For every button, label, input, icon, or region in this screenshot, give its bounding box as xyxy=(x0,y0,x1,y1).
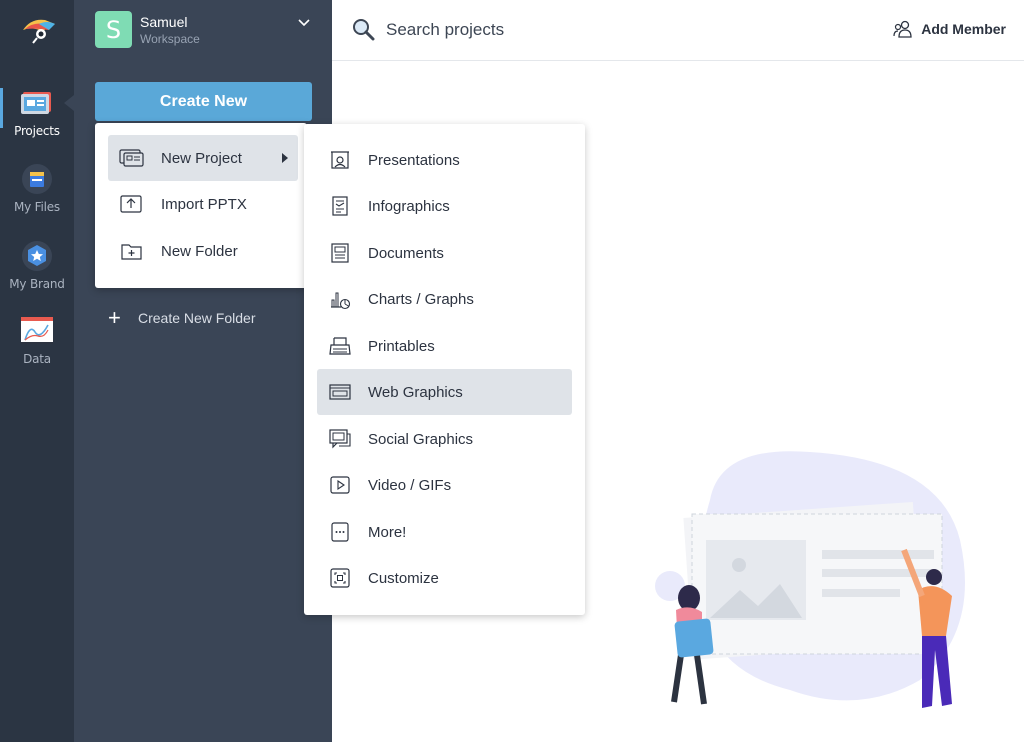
menu-item-new-folder[interactable]: New Folder xyxy=(108,228,298,274)
rail-label: My Brand xyxy=(9,277,65,291)
web-graphics-icon xyxy=(329,384,351,400)
submenu-item-label: Customize xyxy=(368,569,439,587)
submenu-item-label: Printables xyxy=(368,337,435,355)
presentation-icon xyxy=(331,151,349,169)
my-files-icon xyxy=(22,164,52,194)
add-member-button[interactable]: Add Member xyxy=(893,20,1006,38)
more-icon xyxy=(331,522,349,542)
submenu-item-label: Infographics xyxy=(368,197,450,215)
menu-item-import-pptx[interactable]: Import PPTX xyxy=(108,181,298,227)
workspace-switcher[interactable]: S Samuel Workspace xyxy=(95,11,200,48)
submenu-item-social-graphics[interactable]: Social Graphics xyxy=(317,416,572,462)
app-rail: Projects My Files My Brand Data xyxy=(0,0,74,742)
workspace-subtitle: Workspace xyxy=(140,31,200,46)
new-project-icon xyxy=(119,149,144,167)
submenu-item-more[interactable]: More! xyxy=(317,509,572,555)
menu-item-label: New Folder xyxy=(161,242,238,260)
chevron-down-icon[interactable] xyxy=(298,17,310,29)
workspace-text: Samuel Workspace xyxy=(140,14,200,46)
rail-item-my-files[interactable]: My Files xyxy=(0,164,74,214)
rail-item-data[interactable]: Data xyxy=(0,316,74,366)
submenu-item-web-graphics[interactable]: Web Graphics xyxy=(317,369,572,415)
app-logo-icon[interactable] xyxy=(21,16,57,44)
empty-state-illustration xyxy=(655,451,965,708)
project-sidebar: S Samuel Workspace Create New + Create N… xyxy=(74,0,332,742)
data-icon xyxy=(21,317,53,344)
submenu-item-label: Charts / Graphs xyxy=(368,290,474,308)
add-member-label: Add Member xyxy=(921,21,1006,37)
workspace-name: Samuel xyxy=(140,13,188,30)
rail-item-projects[interactable]: Projects xyxy=(0,88,74,138)
submenu-item-label: Web Graphics xyxy=(368,383,463,401)
rail-item-my-brand[interactable]: My Brand xyxy=(0,241,74,291)
submenu-item-presentations[interactable]: Presentations xyxy=(317,137,572,183)
create-new-menu: New Project Import PPTX New Folder xyxy=(95,123,307,288)
plus-icon: + xyxy=(108,305,121,330)
search-icon xyxy=(353,19,375,41)
menu-item-label: Import PPTX xyxy=(161,195,247,213)
create-folder-label: Create New Folder xyxy=(138,310,256,326)
rail-label: Projects xyxy=(14,124,60,138)
rail-label: Data xyxy=(23,352,51,366)
submenu-item-infographics[interactable]: Infographics xyxy=(317,183,572,229)
customize-icon xyxy=(330,568,350,588)
avatar: S xyxy=(95,11,132,48)
users-icon xyxy=(893,20,912,38)
submenu-item-label: Documents xyxy=(368,244,444,262)
menu-item-label: New Project xyxy=(161,149,242,167)
submenu-item-customize[interactable]: Customize xyxy=(317,555,572,601)
submenu-item-video-gifs[interactable]: Video / GIFs xyxy=(317,462,572,508)
video-icon xyxy=(330,476,350,494)
search-input[interactable] xyxy=(386,16,786,44)
chart-icon xyxy=(331,292,351,310)
rail-active-caret xyxy=(64,95,74,111)
document-icon xyxy=(331,243,349,263)
submenu-item-charts-graphs[interactable]: Charts / Graphs xyxy=(317,276,572,322)
new-folder-icon xyxy=(121,244,142,260)
social-icon xyxy=(329,429,351,449)
submenu-item-printables[interactable]: Printables xyxy=(317,323,572,369)
submenu-item-label: Video / GIFs xyxy=(368,476,452,494)
printer-icon xyxy=(329,337,351,355)
caret-right-icon xyxy=(282,153,288,163)
create-new-folder-button[interactable]: + Create New Folder xyxy=(108,305,256,330)
rail-label: My Files xyxy=(13,200,60,214)
top-bar: Add Member xyxy=(332,0,1024,61)
infographic-icon xyxy=(332,196,348,216)
menu-item-new-project[interactable]: New Project xyxy=(108,135,298,181)
upload-icon xyxy=(120,195,142,213)
projects-icon xyxy=(21,92,51,114)
submenu-item-label: More! xyxy=(368,523,407,541)
my-brand-icon xyxy=(22,241,52,271)
new-project-submenu: Presentations Infographics Documents Cha… xyxy=(304,124,585,615)
submenu-item-label: Presentations xyxy=(368,151,460,169)
create-new-button[interactable]: Create New xyxy=(95,82,312,121)
submenu-item-documents[interactable]: Documents xyxy=(317,230,572,276)
submenu-item-label: Social Graphics xyxy=(368,430,474,448)
